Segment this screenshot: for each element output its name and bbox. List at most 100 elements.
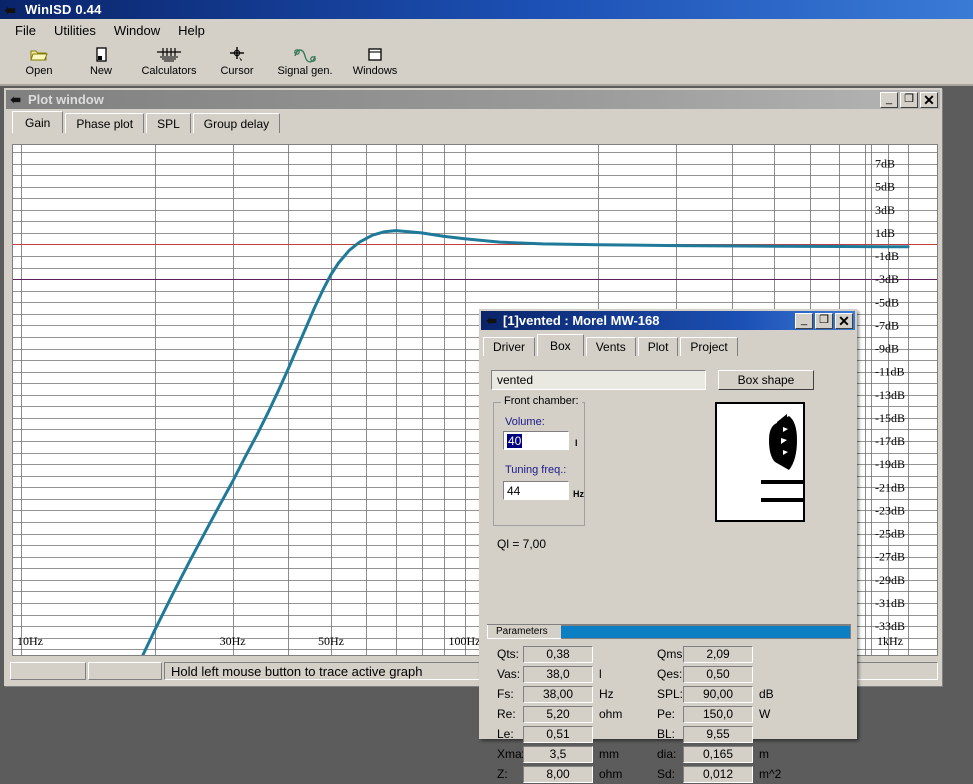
param-value-le[interactable]: 0,51 bbox=[523, 725, 593, 743]
tab-plot[interactable]: Plot bbox=[637, 337, 679, 356]
tab-project[interactable]: Project bbox=[680, 337, 738, 356]
svg-text:5dB: 5dB bbox=[875, 180, 895, 194]
app-title: WinISD 0.44 bbox=[25, 2, 102, 17]
param-unit-sd: m^2 bbox=[759, 767, 782, 781]
svg-text:-9dB: -9dB bbox=[875, 342, 899, 356]
param-value-qms[interactable]: 2,09 bbox=[683, 645, 753, 663]
tuning-freq-input-value: 44 bbox=[507, 483, 521, 498]
param-unit-fs: Hz bbox=[599, 687, 614, 701]
calculators-icon bbox=[156, 45, 182, 65]
param-label-vas: Vas: bbox=[497, 667, 521, 681]
svg-text:-5dB: -5dB bbox=[875, 295, 899, 309]
status-cell-left bbox=[10, 662, 86, 680]
toolbar-button-open[interactable]: Open bbox=[8, 41, 70, 83]
tab-driver[interactable]: Driver bbox=[483, 337, 535, 356]
toolbar-label-windows: Windows bbox=[352, 65, 398, 77]
param-value-spl[interactable]: 90,00 bbox=[683, 685, 753, 703]
param-label-pe: Pe: bbox=[657, 707, 676, 721]
tab-spl[interactable]: SPL bbox=[146, 113, 191, 133]
signal-generator-icon bbox=[292, 45, 318, 65]
tuning-freq-unit: Hz bbox=[573, 489, 584, 499]
param-value-fs[interactable]: 38,00 bbox=[523, 685, 593, 703]
volume-unit: l bbox=[575, 438, 578, 448]
toolbar-button-calculators[interactable]: Calculators bbox=[132, 41, 206, 83]
param-unit-z: ohm bbox=[599, 767, 623, 781]
toolbar-button-windows[interactable]: Windows bbox=[342, 41, 408, 83]
param-value-z[interactable]: 8,00 bbox=[523, 765, 593, 783]
main-window-titlebar: ➠ WinISD 0.44 bbox=[0, 0, 973, 19]
param-value-vas[interactable]: 38,0 bbox=[523, 665, 593, 683]
volume-input[interactable]: 40 bbox=[503, 431, 569, 450]
tab-phase-plot[interactable]: Phase plot bbox=[65, 113, 145, 133]
dialog-maximize-button[interactable]: ❐ bbox=[815, 312, 833, 329]
param-label-spl: SPL: bbox=[657, 687, 684, 701]
menu-item-window[interactable]: Window bbox=[105, 21, 169, 40]
table-row: Z: 8,00 ohm Sd: 0,012 m^2 bbox=[483, 764, 855, 784]
menu-item-file[interactable]: File bbox=[6, 21, 45, 40]
param-value-pe[interactable]: 150,0 bbox=[683, 705, 753, 723]
windows-tile-icon bbox=[367, 45, 383, 65]
box-name-field[interactable]: vented bbox=[491, 370, 706, 390]
menu-item-utilities[interactable]: Utilities bbox=[45, 21, 105, 40]
dialog-minimize-button[interactable]: _ bbox=[795, 312, 813, 329]
param-unit-vas: l bbox=[599, 667, 602, 681]
table-row: Vas: 38,0 l Qes: 0,50 bbox=[483, 664, 855, 684]
menu-bar: File Utilities Window Help bbox=[0, 19, 973, 41]
svg-text:-25dB: -25dB bbox=[875, 527, 905, 541]
param-value-bl[interactable]: 9,55 bbox=[683, 725, 753, 743]
svg-text:50Hz: 50Hz bbox=[318, 634, 344, 648]
plot-minimize-button[interactable]: _ bbox=[880, 91, 898, 108]
param-unit-dia: m bbox=[759, 747, 769, 761]
tab-box[interactable]: Box bbox=[537, 334, 584, 356]
svg-text:-7dB: -7dB bbox=[875, 318, 899, 332]
param-label-le: Le: bbox=[497, 727, 514, 741]
param-value-re[interactable]: 5,20 bbox=[523, 705, 593, 723]
param-label-bl: BL: bbox=[657, 727, 676, 741]
param-label-re: Re: bbox=[497, 707, 516, 721]
dialog-close-button[interactable]: ✕ bbox=[835, 312, 853, 329]
toolbar-label-open: Open bbox=[25, 65, 53, 77]
param-value-qes[interactable]: 0,50 bbox=[683, 665, 753, 683]
tab-vents[interactable]: Vents bbox=[585, 337, 636, 356]
param-value-xmax[interactable]: 3,5 bbox=[523, 745, 593, 763]
ql-value-text: Ql = 7,00 bbox=[497, 537, 547, 551]
toolbar-label-calculators: Calculators bbox=[141, 65, 197, 77]
svg-text:-33dB: -33dB bbox=[875, 619, 905, 633]
volume-input-value: 40 bbox=[507, 433, 523, 448]
parameters-header: Parameters bbox=[487, 624, 851, 639]
table-row: Xmax: 3,5 mm dia: 0,165 m bbox=[483, 744, 855, 764]
param-value-qts[interactable]: 0,38 bbox=[523, 645, 593, 663]
toolbar-button-cursor[interactable]: Cursor bbox=[206, 41, 268, 83]
plot-maximize-button[interactable]: ❐ bbox=[900, 91, 918, 108]
svg-text:-19dB: -19dB bbox=[875, 457, 905, 471]
parameters-header-bar bbox=[561, 625, 851, 639]
toolbar-button-signal-gen[interactable]: Signal gen. bbox=[268, 41, 342, 83]
toolbar-label-new: New bbox=[89, 65, 112, 77]
tab-gain[interactable]: Gain bbox=[12, 111, 64, 133]
param-label-qes: Qes: bbox=[657, 667, 683, 681]
tab-group-delay[interactable]: Group delay bbox=[192, 113, 281, 133]
svg-text:10Hz: 10Hz bbox=[17, 634, 43, 648]
param-value-dia[interactable]: 0,165 bbox=[683, 745, 753, 763]
cursor-crosshair-icon bbox=[228, 45, 246, 65]
box-shape-button[interactable]: Box shape bbox=[718, 370, 814, 390]
parameters-header-label: Parameters bbox=[487, 625, 561, 639]
new-document-icon bbox=[93, 45, 109, 65]
status-cell-mid bbox=[88, 662, 162, 680]
svg-text:30Hz: 30Hz bbox=[220, 634, 246, 648]
tuning-freq-input[interactable]: 44 bbox=[503, 481, 569, 500]
svg-text:1kHz: 1kHz bbox=[877, 634, 903, 648]
box-tab-panel: vented Box shape Front chamber: Volume: … bbox=[483, 356, 855, 783]
svg-text:-11dB: -11dB bbox=[875, 365, 905, 379]
open-folder-icon bbox=[29, 45, 49, 65]
menu-item-help[interactable]: Help bbox=[169, 21, 214, 40]
plot-window-titlebar: ➠ Plot window _ ❐ ✕ bbox=[6, 90, 940, 109]
param-unit-pe: W bbox=[759, 707, 771, 721]
plot-close-button[interactable]: ✕ bbox=[920, 91, 938, 108]
toolbar-button-new[interactable]: New bbox=[70, 41, 132, 83]
winisd-application: ➠ WinISD 0.44 File Utilities Window Help… bbox=[0, 0, 973, 783]
param-label-qms: Qms: bbox=[657, 647, 686, 661]
param-value-sd[interactable]: 0,012 bbox=[683, 765, 753, 783]
winisd-logo-icon: ➠ bbox=[486, 313, 497, 328]
param-unit-spl: dB bbox=[759, 687, 774, 701]
